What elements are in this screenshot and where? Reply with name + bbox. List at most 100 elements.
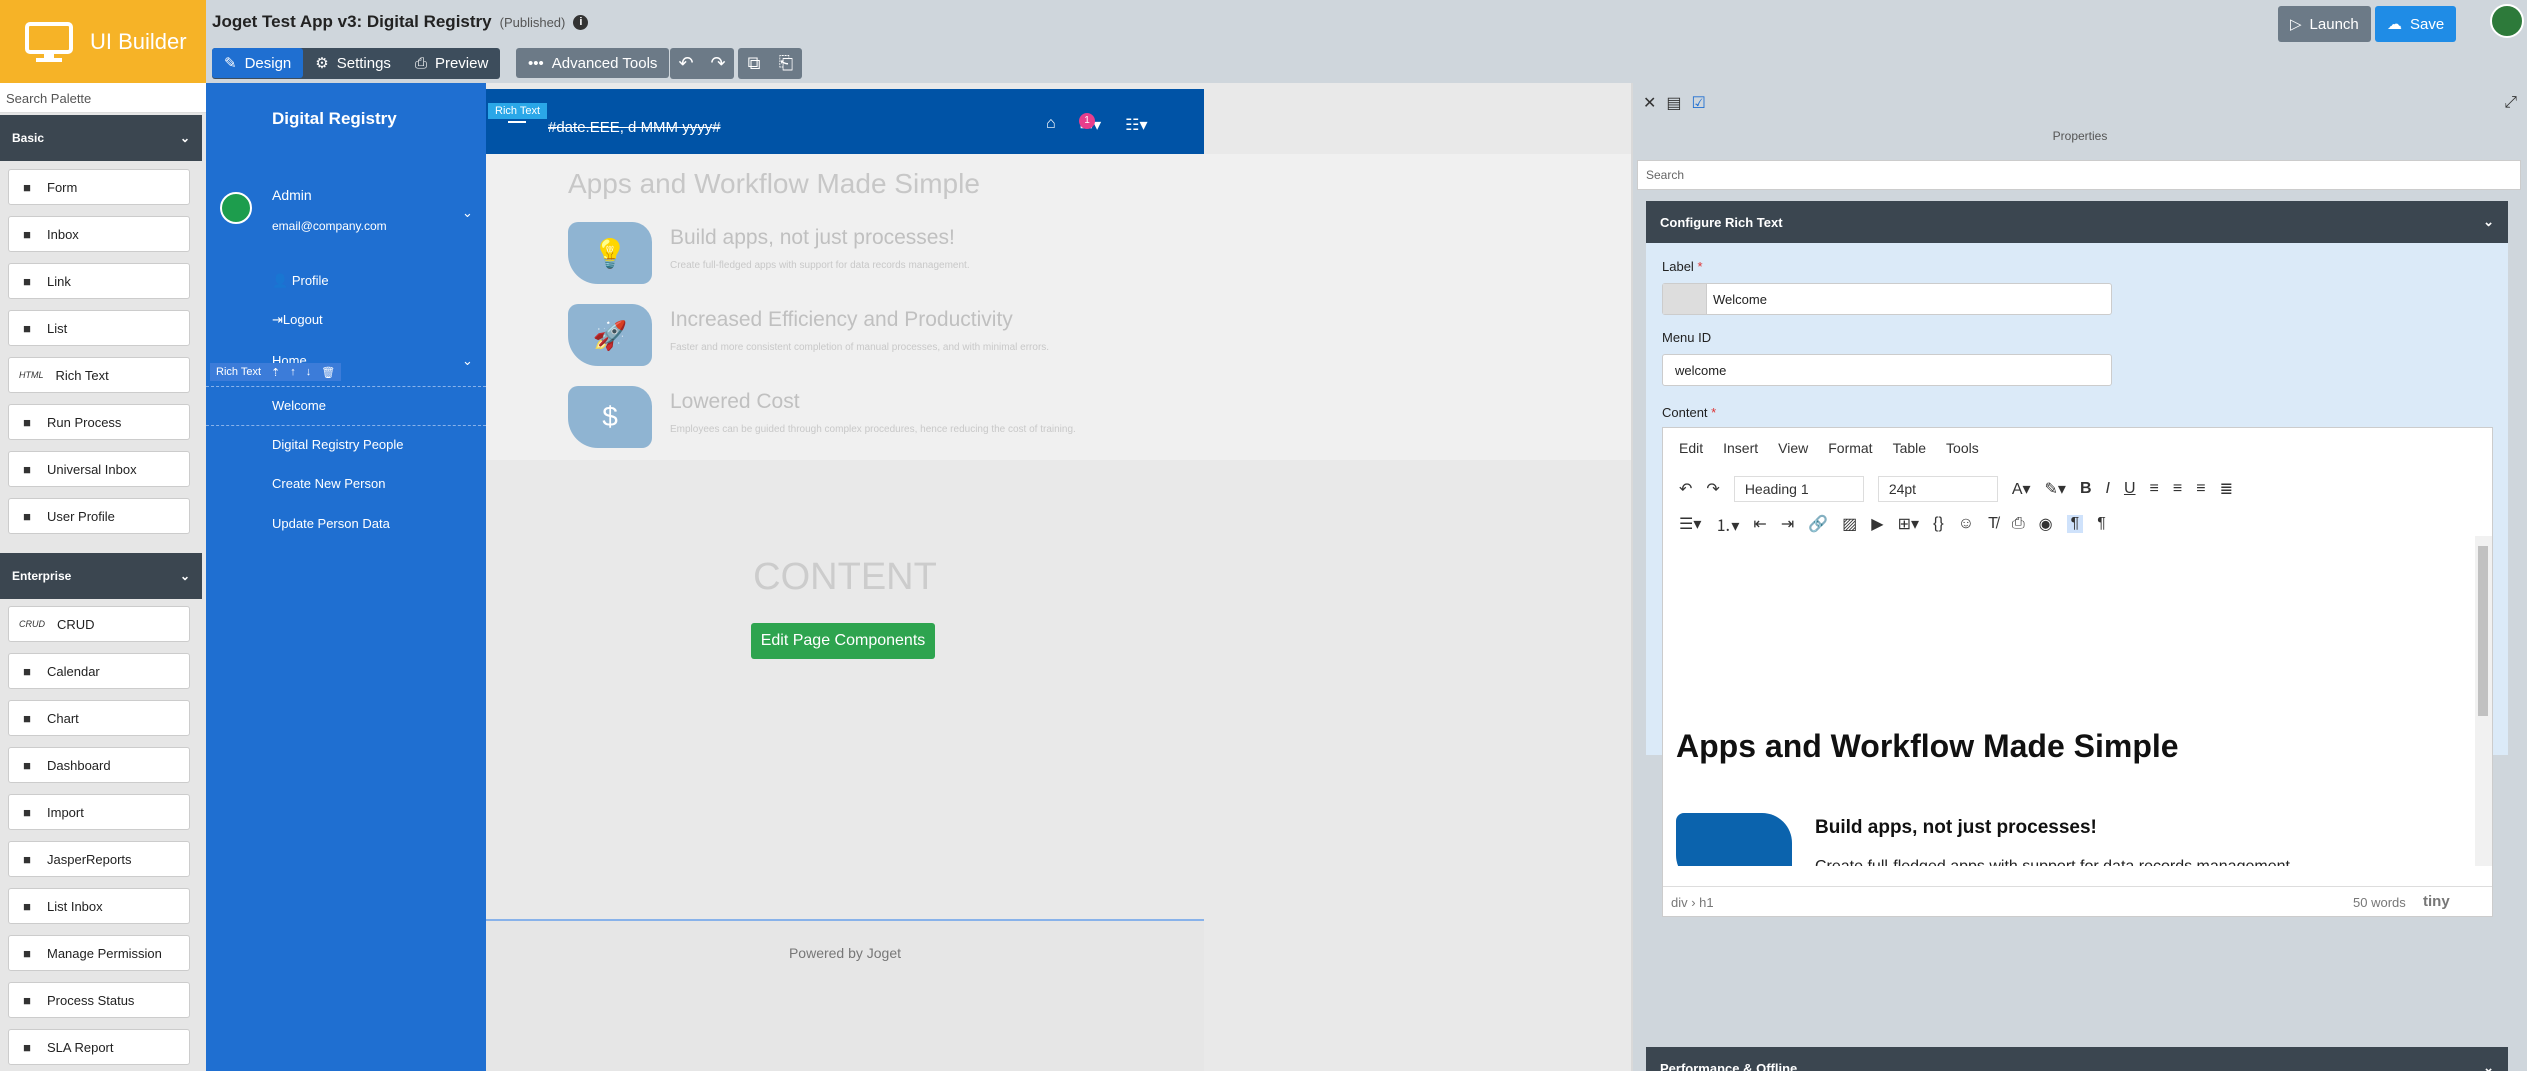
link-icon[interactable]: 🔗 — [1808, 514, 1828, 534]
report-icon: ■ — [23, 1039, 31, 1055]
edit-page-components-button[interactable]: Edit Page Components — [751, 623, 935, 659]
nav-profile-link[interactable]: 👤 Profile — [272, 273, 329, 289]
palette-item[interactable]: ■ Dashboard — [8, 747, 190, 783]
palette-group-enterprise[interactable]: Enterprise ⌄ — [0, 553, 202, 599]
text-color-icon[interactable]: A▾ — [2012, 479, 2031, 499]
justify-icon[interactable]: ≣ — [2220, 479, 2233, 499]
gear-icon: ⚙ — [315, 55, 329, 72]
italic-icon[interactable]: I — [2106, 480, 2110, 498]
label-field[interactable]: Welcome — [1662, 283, 2112, 315]
chevron-down-icon[interactable]: ⌄ — [462, 353, 473, 369]
editor-menu-item[interactable]: Edit — [1679, 440, 1703, 456]
clear-format-icon[interactable]: T̸ — [1988, 515, 1998, 533]
nav-item-people[interactable]: Digital Registry People — [272, 437, 404, 452]
tab-design[interactable]: ✎ Design — [212, 48, 304, 78]
code-icon[interactable]: {} — [1933, 515, 1944, 533]
palette-item[interactable]: ■ JasperReports — [8, 841, 190, 877]
block-format-select[interactable]: Heading 1 — [1733, 476, 1864, 502]
palette-item[interactable]: ■ Form — [8, 169, 190, 205]
tab-settings[interactable]: ⚙ Settings — [303, 48, 403, 78]
emoji-icon[interactable]: ☺ — [1958, 515, 1974, 533]
palette-item[interactable]: CRUD CRUD — [8, 606, 190, 642]
undo-icon[interactable]: ↶ — [1679, 479, 1692, 499]
palette-item[interactable]: ■ Import — [8, 794, 190, 830]
palette-item[interactable]: ■ List — [8, 310, 190, 346]
editor-menu-item[interactable]: Insert — [1723, 440, 1758, 456]
align-center-icon[interactable]: ≡ — [2173, 480, 2182, 498]
palette-item[interactable]: ■ User Profile — [8, 498, 190, 534]
copy-icon[interactable]: ⧉ — [738, 48, 770, 79]
editor-menu-item[interactable]: Table — [1893, 440, 1926, 456]
bullet-list-icon[interactable]: ☰▾ — [1679, 514, 1701, 534]
tab-preview[interactable]: ⎙ Preview — [403, 48, 500, 78]
section-header[interactable]: Configure Rich Text ⌄ — [1646, 201, 2508, 243]
redo-icon[interactable]: ↷ — [702, 48, 734, 79]
ltr-icon[interactable]: ¶ — [2066, 515, 2084, 533]
palette-item[interactable]: ■ Process Status — [8, 982, 190, 1018]
move-up-icon[interactable]: ↑ — [290, 366, 296, 378]
nav-item-create-person[interactable]: Create New Person — [272, 476, 385, 491]
chevron-down-icon[interactable]: ⌄ — [462, 205, 473, 221]
highlight-icon[interactable]: ✎▾ — [2045, 479, 2066, 499]
paste-icon[interactable]: ⎗ — [770, 48, 802, 79]
editor-menu-item[interactable]: Tools — [1946, 440, 1979, 456]
print-icon[interactable]: ⎙ — [2012, 515, 2025, 533]
font-size-select[interactable]: 24pt — [1877, 476, 1998, 502]
outdent-icon[interactable]: ⇤ — [1753, 514, 1766, 534]
palette-group-basic[interactable]: Basic ⌄ — [0, 115, 202, 161]
save-icon[interactable]: ▤ — [1666, 93, 1681, 113]
align-left-icon[interactable]: ≡ — [2150, 480, 2159, 498]
image-icon[interactable]: ▨ — [1842, 514, 1857, 534]
palette-item[interactable]: ■ Link — [8, 263, 190, 299]
palette-item[interactable]: ■ SLA Report — [8, 1029, 190, 1065]
hamburger-icon[interactable] — [508, 121, 526, 123]
nav-logout-link[interactable]: ⇥Logout — [272, 312, 323, 328]
select-parent-icon[interactable]: ⇡ — [271, 366, 280, 379]
palette-item[interactable]: ■ Run Process — [8, 404, 190, 440]
rtl-icon[interactable]: ¶ — [2097, 515, 2106, 533]
editor-scrollbar[interactable] — [2475, 536, 2492, 866]
expand-icon[interactable]: ⤢ — [2504, 94, 2517, 112]
user-avatar[interactable] — [2490, 4, 2524, 38]
number-list-icon[interactable]: ⒈▾ — [1715, 512, 1739, 536]
info-icon[interactable]: i — [573, 14, 589, 30]
apply-icon[interactable]: ☑ — [1692, 93, 1706, 113]
launch-button[interactable]: ▷ Launch — [2278, 6, 2371, 42]
table-icon[interactable]: ⊞▾ — [1898, 514, 1919, 534]
bold-icon[interactable]: B — [2080, 480, 2092, 498]
palette-item[interactable]: ■ Chart — [8, 700, 190, 736]
media-icon[interactable]: ▶ — [1871, 514, 1883, 534]
indent-icon[interactable]: ⇥ — [1781, 514, 1794, 534]
editor-document[interactable]: Apps and Workflow Made Simple Build apps… — [1663, 536, 2475, 866]
advanced-tools-button[interactable]: ••• Advanced Tools — [516, 48, 670, 78]
editor-menu-item[interactable]: Format — [1828, 440, 1872, 456]
performance-section-header[interactable]: Performance & Offline ⌄ — [1646, 1047, 2508, 1071]
editor-menu-item[interactable]: View — [1778, 440, 1808, 456]
palette-item[interactable]: HTML Rich Text — [8, 357, 190, 393]
menu-id-field[interactable]: welcome — [1662, 354, 2112, 386]
palette-item[interactable]: ■ Universal Inbox — [8, 451, 190, 487]
cloud-upload-icon: ☁ — [2387, 16, 2402, 33]
rich-text-hero[interactable]: Apps and Workflow Made Simple 💡 Build ap… — [486, 154, 1631, 460]
home-icon[interactable]: ⌂ — [1046, 115, 1056, 135]
redo-icon[interactable]: ↷ — [1706, 479, 1719, 499]
close-icon[interactable]: ✕ — [1643, 93, 1656, 113]
palette-search-input[interactable]: Search Palette — [0, 83, 206, 113]
feature-3: $ Lowered Cost Employees can be guided t… — [568, 386, 1268, 456]
properties-search-input[interactable]: Search — [1637, 160, 2521, 190]
palette-item[interactable]: ■ List Inbox — [8, 888, 190, 924]
move-down-icon[interactable]: ↓ — [306, 366, 312, 378]
undo-icon[interactable]: ↶ — [670, 48, 702, 79]
nav-item-welcome[interactable]: Welcome — [206, 386, 486, 426]
palette-item[interactable]: ■ Manage Permission — [8, 935, 190, 971]
palette-item[interactable]: ■ Inbox — [8, 216, 190, 252]
grid-menu-icon[interactable]: ☷▾ — [1125, 115, 1147, 135]
palette-item[interactable]: ■ Calendar — [8, 653, 190, 689]
underline-icon[interactable]: U — [2124, 480, 2136, 498]
save-button[interactable]: ☁ Save — [2375, 6, 2457, 42]
delete-icon[interactable]: 🗑 — [321, 366, 335, 379]
preview-eye-icon[interactable]: ◉ — [2039, 514, 2053, 534]
nav-item-update-person[interactable]: Update Person Data — [272, 516, 390, 531]
language-select[interactable] — [1663, 284, 1707, 314]
align-right-icon[interactable]: ≡ — [2196, 480, 2205, 498]
